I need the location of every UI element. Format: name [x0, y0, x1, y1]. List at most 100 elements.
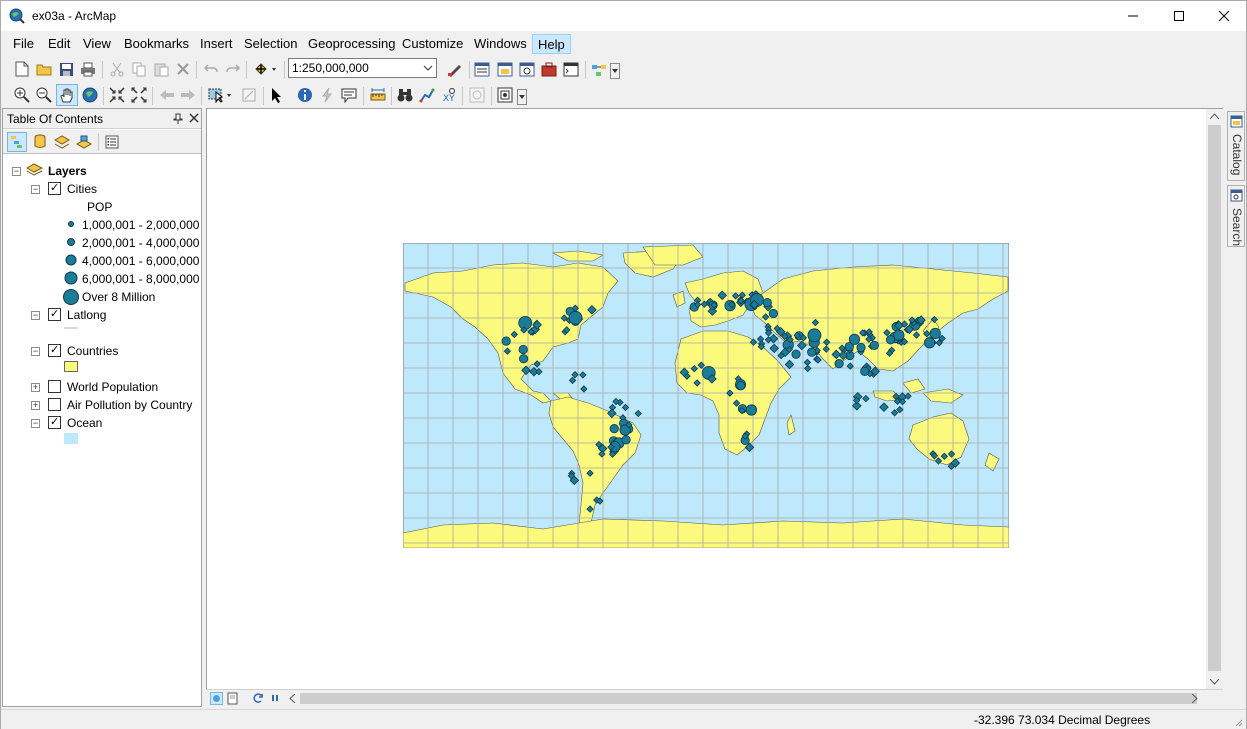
- expand-toggle[interactable]: +: [31, 401, 40, 410]
- cut-button[interactable]: [108, 60, 126, 78]
- layout-view-button[interactable]: [227, 692, 240, 705]
- chevron-left-icon[interactable]: [289, 694, 295, 703]
- menu-bookmarks[interactable]: Bookmarks: [119, 34, 194, 54]
- layer-countries[interactable]: Countries: [67, 343, 118, 361]
- layer-ocean[interactable]: Ocean: [67, 415, 102, 433]
- select-elements-button[interactable]: [268, 86, 286, 104]
- horizontal-scroll-thumb[interactable]: [300, 693, 1197, 704]
- fixed-zoom-out-button[interactable]: [130, 86, 148, 104]
- minimize-button[interactable]: [1110, 1, 1156, 31]
- menu-edit[interactable]: Edit: [43, 34, 75, 54]
- refresh-button[interactable]: [252, 692, 265, 705]
- paste-button[interactable]: [152, 60, 170, 78]
- find-button[interactable]: [396, 86, 414, 104]
- layer-visibility-checkbox[interactable]: [48, 398, 61, 411]
- undo-button[interactable]: [202, 60, 220, 78]
- layer-visibility-checkbox[interactable]: ✓: [48, 308, 61, 321]
- menu-selection[interactable]: Selection: [239, 34, 302, 54]
- zoom-out-button[interactable]: [35, 86, 53, 104]
- list-by-visibility-button[interactable]: [53, 133, 71, 151]
- search-dock-tab[interactable]: Search: [1227, 185, 1245, 247]
- clear-selection-button[interactable]: [240, 86, 258, 104]
- fixed-zoom-in-button[interactable]: [108, 86, 126, 104]
- list-by-drawing-order-button[interactable]: [7, 132, 27, 152]
- data-frame-layers[interactable]: Layers: [48, 163, 87, 181]
- go-forward-button[interactable]: [179, 86, 197, 104]
- maximize-button[interactable]: [1156, 1, 1202, 31]
- python-window-button[interactable]: [562, 60, 580, 78]
- time-slider-button[interactable]: [468, 86, 486, 104]
- print-button[interactable]: [79, 60, 97, 78]
- pin-icon[interactable]: [173, 113, 183, 124]
- layer-cities[interactable]: Cities: [67, 181, 97, 199]
- zoom-in-button[interactable]: [13, 86, 31, 104]
- html-popup-button[interactable]: [340, 86, 358, 104]
- identify-button[interactable]: [296, 86, 314, 104]
- catalog-dock-tab[interactable]: Catalog: [1227, 111, 1245, 181]
- layer-latlong[interactable]: Latlong: [67, 307, 106, 325]
- list-by-selection-button[interactable]: [75, 133, 93, 151]
- catalog-icon: [497, 62, 513, 76]
- map-scale-combobox[interactable]: 1:250,000,000: [288, 58, 437, 78]
- menu-geoprocessing[interactable]: Geoprocessing: [303, 34, 400, 54]
- map-scale-value: 1:250,000,000: [292, 61, 369, 75]
- close-icon[interactable]: [189, 113, 199, 123]
- expand-toggle[interactable]: +: [31, 383, 40, 392]
- editor-toolbar-button[interactable]: [446, 60, 464, 78]
- add-data-button[interactable]: [252, 60, 280, 78]
- toolbar-options-button[interactable]: [517, 89, 527, 105]
- menu-view[interactable]: View: [78, 34, 116, 54]
- menu-insert[interactable]: Insert: [195, 34, 238, 54]
- layer-visibility-checkbox[interactable]: ✓: [48, 344, 61, 357]
- layer-world-population[interactable]: World Population: [67, 379, 158, 397]
- toc-options-button[interactable]: [103, 133, 121, 151]
- vertical-scroll-thumb[interactable]: [1208, 125, 1221, 671]
- info-icon: [298, 88, 312, 102]
- toolbar-options-button[interactable]: [610, 63, 620, 79]
- tools-toolbar: XY: [5, 83, 535, 109]
- collapse-toggle[interactable]: −: [12, 167, 21, 176]
- copy-button[interactable]: [130, 60, 148, 78]
- collapse-toggle[interactable]: −: [31, 419, 40, 428]
- layer-visibility-checkbox[interactable]: ✓: [48, 416, 61, 429]
- city-symbol-xlarge: [64, 271, 78, 285]
- go-to-xy-button[interactable]: XY: [440, 86, 458, 104]
- collapse-toggle[interactable]: −: [31, 347, 40, 356]
- select-features-button[interactable]: [207, 86, 235, 104]
- layer-visibility-checkbox[interactable]: [48, 380, 61, 393]
- globe-icon: [82, 87, 98, 103]
- table-of-contents-button[interactable]: [473, 60, 491, 78]
- layer-visibility-checkbox[interactable]: ✓: [48, 182, 61, 195]
- model-builder-button[interactable]: [590, 60, 608, 78]
- pan-button[interactable]: [56, 84, 78, 106]
- find-route-button[interactable]: [418, 86, 436, 104]
- list-by-source-button[interactable]: [31, 133, 49, 151]
- layer-air-pollution[interactable]: Air Pollution by Country: [67, 397, 192, 415]
- menu-customize[interactable]: Customize: [397, 34, 468, 54]
- data-view-button[interactable]: [210, 692, 223, 705]
- menu-file[interactable]: File: [8, 34, 39, 54]
- collapse-toggle[interactable]: −: [31, 185, 40, 194]
- menu-help[interactable]: Help: [532, 34, 571, 54]
- collapse-toggle[interactable]: −: [31, 311, 40, 320]
- search-window-button[interactable]: [518, 60, 536, 78]
- redo-button[interactable]: [224, 60, 242, 78]
- save-button[interactable]: [57, 60, 75, 78]
- create-viewer-window-button[interactable]: [496, 86, 514, 104]
- world-map[interactable]: [403, 243, 1009, 548]
- pause-drawing-button[interactable]: [269, 692, 282, 705]
- new-document-button[interactable]: [13, 60, 31, 78]
- close-button[interactable]: [1201, 1, 1247, 31]
- open-button[interactable]: [35, 60, 53, 78]
- go-back-button[interactable]: [158, 86, 176, 104]
- arctoolbox-button[interactable]: [540, 60, 558, 78]
- delete-button[interactable]: [174, 60, 192, 78]
- menu-windows[interactable]: Windows: [469, 34, 532, 54]
- catalog-window-button[interactable]: [496, 60, 514, 78]
- full-extent-button[interactable]: [81, 86, 99, 104]
- map-display[interactable]: [206, 108, 1223, 692]
- hyperlink-button[interactable]: [318, 86, 336, 104]
- vertical-scrollbar[interactable]: [1206, 109, 1223, 691]
- chevron-right-icon[interactable]: [1192, 694, 1198, 703]
- measure-button[interactable]: [369, 86, 387, 104]
